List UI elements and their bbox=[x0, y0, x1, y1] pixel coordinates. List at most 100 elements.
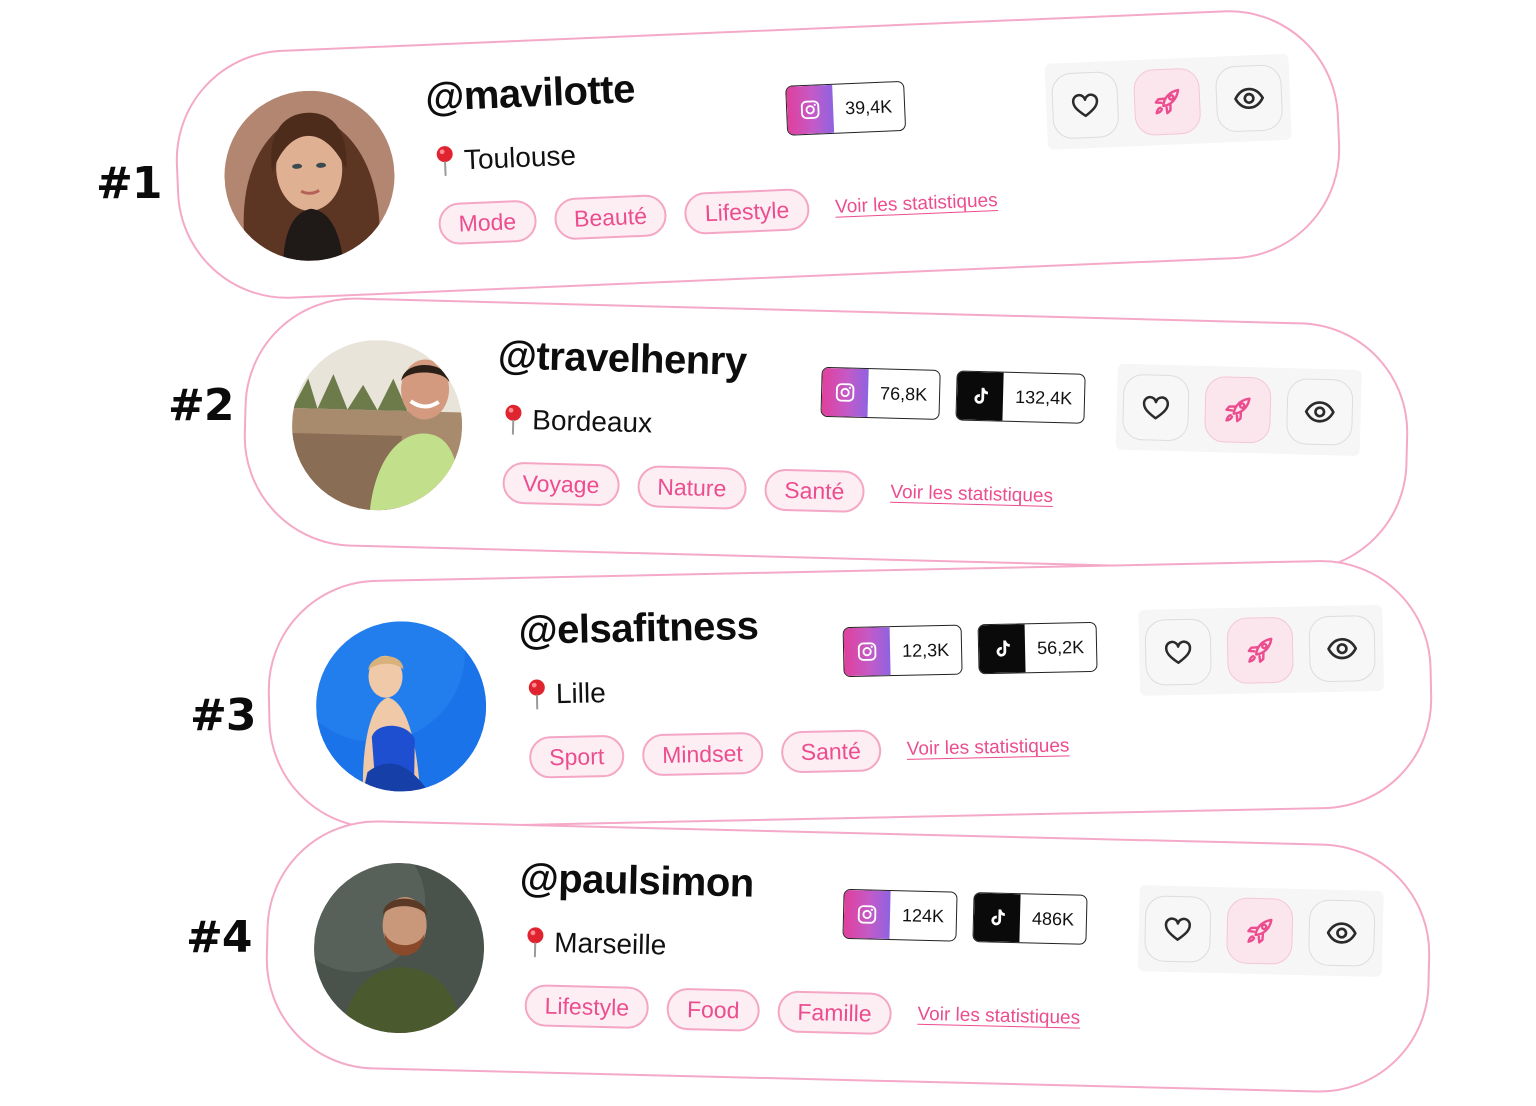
tiktok-follower-badge[interactable]: 132,4K bbox=[955, 370, 1086, 424]
social-counts: 124K 486K bbox=[842, 888, 1088, 945]
tiktok-follower-badge[interactable]: 56,2K bbox=[977, 621, 1098, 675]
category-tag[interactable]: Beauté bbox=[553, 193, 668, 241]
action-bar bbox=[1115, 363, 1362, 456]
category-tag[interactable]: Food bbox=[666, 987, 760, 1032]
influencer-card[interactable]: @elsafitness Lille Sport Mindset Santé V… bbox=[265, 557, 1435, 832]
view-stats-link[interactable]: Voir les statistiques bbox=[835, 190, 998, 219]
tiktok-follower-badge[interactable]: 486K bbox=[972, 892, 1088, 945]
tiktok-icon bbox=[956, 371, 1004, 421]
instagram-follower-badge[interactable]: 124K bbox=[842, 888, 958, 942]
view-profile-button[interactable] bbox=[1308, 614, 1376, 683]
action-bar bbox=[1138, 604, 1385, 696]
category-tag[interactable]: Sport bbox=[528, 734, 625, 779]
instagram-follower-count: 12,3K bbox=[901, 639, 950, 661]
rocket-icon bbox=[1150, 85, 1183, 118]
tiktok-follower-count: 56,2K bbox=[1036, 636, 1085, 658]
view-stats-link[interactable]: Voir les statistiques bbox=[890, 482, 1053, 508]
category-tag[interactable]: Nature bbox=[636, 465, 747, 510]
instagram-icon bbox=[786, 84, 835, 135]
instagram-icon bbox=[821, 367, 869, 418]
influencer-handle[interactable]: @travelhenry bbox=[497, 333, 747, 384]
view-profile-button[interactable] bbox=[1214, 64, 1284, 133]
avatar bbox=[289, 338, 465, 513]
rank-label: #4 bbox=[186, 912, 252, 963]
influencer-card[interactable]: @mavilotte Toulouse Mode Beauté Lifestyl… bbox=[171, 5, 1345, 304]
round-pushpin-icon bbox=[433, 145, 456, 178]
category-tag[interactable]: Lifestyle bbox=[684, 187, 811, 236]
category-tags: Sport Mindset Santé Voir les statistique… bbox=[528, 725, 1070, 779]
category-tag[interactable]: Voyage bbox=[502, 461, 620, 507]
instagram-follower-badge[interactable]: 39,4K bbox=[785, 80, 907, 136]
action-bar bbox=[1044, 53, 1292, 150]
rank-label: #2 bbox=[168, 380, 234, 431]
boost-button[interactable] bbox=[1226, 616, 1294, 685]
influencer-card[interactable]: @travelhenry Bordeaux Voyage Nature Sant… bbox=[240, 294, 1412, 575]
round-pushpin-icon bbox=[524, 926, 547, 959]
heart-icon bbox=[1140, 392, 1171, 423]
heart-icon bbox=[1163, 637, 1194, 668]
eye-icon bbox=[1325, 917, 1358, 950]
avatar bbox=[314, 619, 488, 794]
avatar bbox=[221, 87, 398, 265]
influencer-handle[interactable]: @mavilotte bbox=[424, 67, 635, 121]
category-tag[interactable]: Lifestyle bbox=[524, 984, 650, 1030]
category-tag[interactable]: Mindset bbox=[641, 731, 764, 777]
favorite-button[interactable] bbox=[1144, 618, 1212, 686]
rocket-icon bbox=[1244, 634, 1277, 667]
influencer-card[interactable]: @paulsimon Marseille Lifestyle Food Fami… bbox=[263, 817, 1433, 1096]
view-stats-link[interactable]: Voir les statistiques bbox=[917, 1004, 1080, 1030]
instagram-follower-badge[interactable]: 76,8K bbox=[820, 366, 941, 420]
location: Toulouse bbox=[433, 139, 577, 178]
category-tag[interactable]: Santé bbox=[763, 468, 865, 514]
rank-label: #3 bbox=[190, 690, 256, 741]
avatar bbox=[312, 860, 487, 1036]
category-tag[interactable]: Famille bbox=[776, 990, 893, 1036]
location: Lille bbox=[526, 677, 606, 711]
location: Bordeaux bbox=[502, 404, 653, 440]
category-tags: Mode Beauté Lifestyle Voir les statistiq… bbox=[437, 180, 999, 246]
favorite-button[interactable] bbox=[1050, 70, 1120, 140]
rank-label: #1 bbox=[96, 158, 162, 209]
location-label: Bordeaux bbox=[531, 404, 653, 439]
boost-button[interactable] bbox=[1225, 897, 1294, 965]
tiktok-follower-count: 132,4K bbox=[1014, 386, 1073, 408]
favorite-button[interactable] bbox=[1121, 373, 1190, 442]
instagram-follower-count: 124K bbox=[901, 904, 945, 926]
eye-icon bbox=[1232, 82, 1265, 115]
location-label: Lille bbox=[555, 677, 607, 710]
social-counts: 76,8K 132,4K bbox=[820, 366, 1086, 424]
round-pushpin-icon bbox=[526, 678, 549, 710]
eye-icon bbox=[1326, 632, 1359, 665]
instagram-follower-badge[interactable]: 12,3K bbox=[842, 624, 963, 678]
rocket-icon bbox=[1221, 393, 1254, 426]
category-tag[interactable]: Mode bbox=[437, 199, 537, 246]
tiktok-icon bbox=[978, 624, 1026, 674]
view-profile-button[interactable] bbox=[1307, 899, 1376, 967]
influencer-handle[interactable]: @paulsimon bbox=[519, 856, 754, 907]
location-label: Toulouse bbox=[463, 139, 577, 176]
instagram-follower-count: 76,8K bbox=[879, 382, 928, 405]
social-counts: 12,3K 56,2K bbox=[842, 621, 1098, 678]
category-tags: Voyage Nature Santé Voir les statistique… bbox=[502, 461, 1053, 518]
boost-button[interactable] bbox=[1132, 67, 1202, 137]
action-bar bbox=[1137, 885, 1384, 978]
round-pushpin-icon bbox=[502, 404, 525, 437]
view-stats-link[interactable]: Voir les statistiques bbox=[907, 735, 1070, 760]
rocket-icon bbox=[1243, 915, 1276, 948]
heart-icon bbox=[1070, 90, 1101, 121]
social-counts: 39,4K bbox=[785, 80, 907, 136]
category-tags: Lifestyle Food Famille Voir les statisti… bbox=[524, 984, 1080, 1040]
favorite-button[interactable] bbox=[1143, 895, 1212, 963]
view-profile-button[interactable] bbox=[1285, 378, 1354, 446]
tiktok-follower-count: 486K bbox=[1031, 907, 1075, 930]
boost-button[interactable] bbox=[1203, 375, 1272, 444]
influencer-handle[interactable]: @elsafitness bbox=[518, 604, 759, 654]
instagram-icon bbox=[843, 889, 891, 940]
category-tag[interactable]: Santé bbox=[780, 729, 882, 774]
location: Marseille bbox=[524, 926, 667, 961]
instagram-icon bbox=[843, 627, 891, 677]
instagram-follower-count: 39,4K bbox=[844, 95, 893, 118]
heart-icon bbox=[1162, 914, 1193, 945]
tiktok-icon bbox=[973, 893, 1021, 943]
location-label: Marseille bbox=[553, 926, 667, 961]
